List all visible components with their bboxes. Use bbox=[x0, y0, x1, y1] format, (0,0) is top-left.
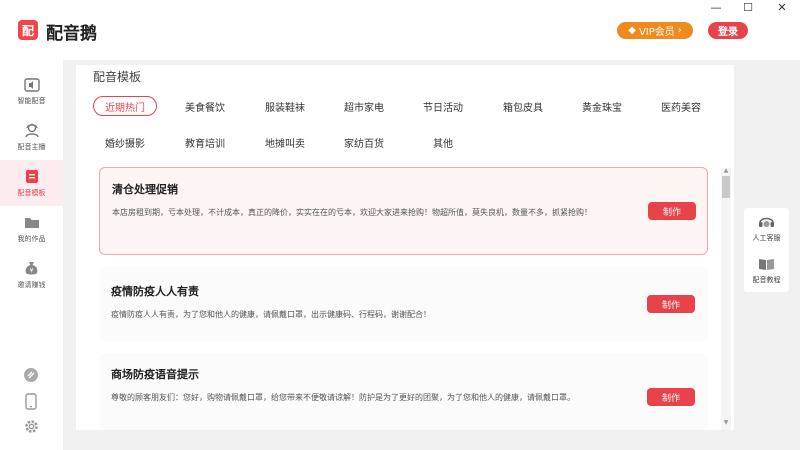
maximize-icon[interactable]: ☐ bbox=[736, 0, 760, 14]
sidebar-item-label: 邀请赚钱 bbox=[17, 280, 46, 289]
card-title: 商场防疫语音提示 bbox=[111, 368, 199, 381]
tab-home-textile[interactable]: 家纺百货 bbox=[335, 132, 393, 152]
helper-label: 人工客服 bbox=[752, 234, 781, 242]
minimize-icon[interactable]: — bbox=[704, 0, 728, 14]
tab-bags[interactable]: 箱包皮具 bbox=[494, 96, 552, 116]
customer-service-button[interactable]: 人工客服 bbox=[744, 214, 789, 243]
template-icon bbox=[23, 169, 41, 185]
sidebar-item-smart-dubbing[interactable]: 智能配音 bbox=[0, 68, 63, 114]
dubbing-tutorial-button[interactable]: 配音教程 bbox=[744, 256, 789, 285]
speaker-icon bbox=[23, 77, 41, 93]
tab-holiday[interactable]: 节日活动 bbox=[414, 96, 472, 116]
chevron-right-icon: › bbox=[677, 25, 682, 36]
tutorial-book-icon bbox=[758, 256, 776, 272]
tab-wedding-photo[interactable]: 婚纱摄影 bbox=[96, 132, 154, 152]
sidebar-item-label: 我的作品 bbox=[17, 234, 46, 243]
svg-text:¥: ¥ bbox=[30, 268, 34, 275]
close-icon[interactable]: ✕ bbox=[770, 0, 794, 14]
tab-supermarket[interactable]: 超市家电 bbox=[335, 96, 393, 116]
helper-label: 配音教程 bbox=[752, 276, 781, 284]
sidebar-item-invite-earn[interactable]: ¥ 邀请赚钱 bbox=[0, 252, 63, 298]
title-bar: 配 配音鹅 ◆ VIP会员 › 登录 — ☐ ✕ bbox=[0, 0, 800, 60]
scrollbar[interactable] bbox=[721, 168, 731, 430]
scroll-down-arrow-icon[interactable]: ▼ bbox=[722, 419, 730, 427]
app-title: 配音鹅 bbox=[46, 24, 97, 44]
vip-membership-button[interactable]: ◆ VIP会员 › bbox=[617, 22, 693, 39]
sidebar-item-label: 配音主播 bbox=[17, 142, 46, 151]
card-description: 疫情防疫人人有责，为了您和他人的健康，请佩戴口罩，出示健康码、行程码，谢谢配合！ bbox=[111, 310, 431, 319]
tab-medical-beauty[interactable]: 医药美容 bbox=[652, 96, 710, 116]
vip-label: VIP会员 bbox=[638, 27, 675, 38]
scroll-up-arrow-icon[interactable]: ▲ bbox=[722, 167, 730, 175]
folder-icon bbox=[23, 215, 41, 231]
scrollbar-thumb[interactable] bbox=[722, 176, 730, 198]
diamond-icon: ◆ bbox=[628, 25, 636, 36]
tab-jewelry[interactable]: 黄金珠宝 bbox=[573, 96, 631, 116]
sidebar-item-dubbing-template[interactable]: 配音模板 bbox=[0, 160, 63, 206]
make-button[interactable]: 制作 bbox=[647, 388, 695, 406]
make-button[interactable]: 制作 bbox=[647, 295, 695, 313]
login-button[interactable]: 登录 bbox=[708, 22, 748, 39]
customer-service-icon bbox=[758, 214, 776, 230]
tab-food[interactable]: 美食餐饮 bbox=[176, 96, 234, 116]
card-title: 疫情防疫人人有责 bbox=[111, 285, 199, 298]
sidebar-item-label: 智能配音 bbox=[17, 96, 46, 105]
tab-education[interactable]: 教育培训 bbox=[176, 132, 234, 152]
template-card[interactable]: 疫情防疫人人有责 疫情防疫人人有责，为了您和他人的健康，请佩戴口罩，出示健康码、… bbox=[99, 267, 708, 341]
app-logo-icon: 配 bbox=[18, 20, 38, 40]
template-card[interactable]: 清仓处理促销 本店房租到期，亏本处理，不计成本，真正的降价，实实在在的亏本，欢迎… bbox=[99, 167, 708, 255]
left-sidebar: 智能配音 配音主播 配音模板 我的作品 ¥ 邀请赚钱 bbox=[0, 60, 63, 450]
link-icon[interactable] bbox=[22, 366, 40, 384]
tab-clothing[interactable]: 服装鞋袜 bbox=[256, 96, 314, 116]
card-description: 本店房租到期，亏本处理，不计成本，真正的降价，实实在在的亏本，欢迎大家进来抢购！… bbox=[112, 208, 592, 217]
card-title: 清仓处理促销 bbox=[112, 183, 178, 196]
sidebar-item-my-works[interactable]: 我的作品 bbox=[0, 206, 63, 252]
template-card[interactable]: 商场防疫语音提示 尊敬的顾客朋友们：您好，购物请佩戴口罩，给您带来不便敬请谅解！… bbox=[99, 353, 708, 430]
anchor-icon bbox=[23, 123, 41, 139]
settings-gear-icon[interactable] bbox=[22, 417, 40, 435]
money-bag-icon: ¥ bbox=[23, 261, 41, 277]
sidebar-item-label: 配音模板 bbox=[17, 188, 46, 197]
tab-other[interactable]: 其他 bbox=[414, 132, 472, 152]
make-button[interactable]: 制作 bbox=[648, 202, 696, 220]
tab-street-vendor[interactable]: 地摊叫卖 bbox=[256, 132, 314, 152]
card-description: 尊敬的顾客朋友们：您好，购物请佩戴口罩，给您带来不便敬请谅解！防护是为了更好的团… bbox=[111, 393, 575, 402]
tab-recent-hot[interactable]: 近期热门 bbox=[93, 96, 157, 116]
sidebar-item-voice-anchor[interactable]: 配音主播 bbox=[0, 114, 63, 160]
mobile-icon[interactable] bbox=[22, 392, 40, 410]
panel-title: 配音模板 bbox=[93, 70, 142, 84]
